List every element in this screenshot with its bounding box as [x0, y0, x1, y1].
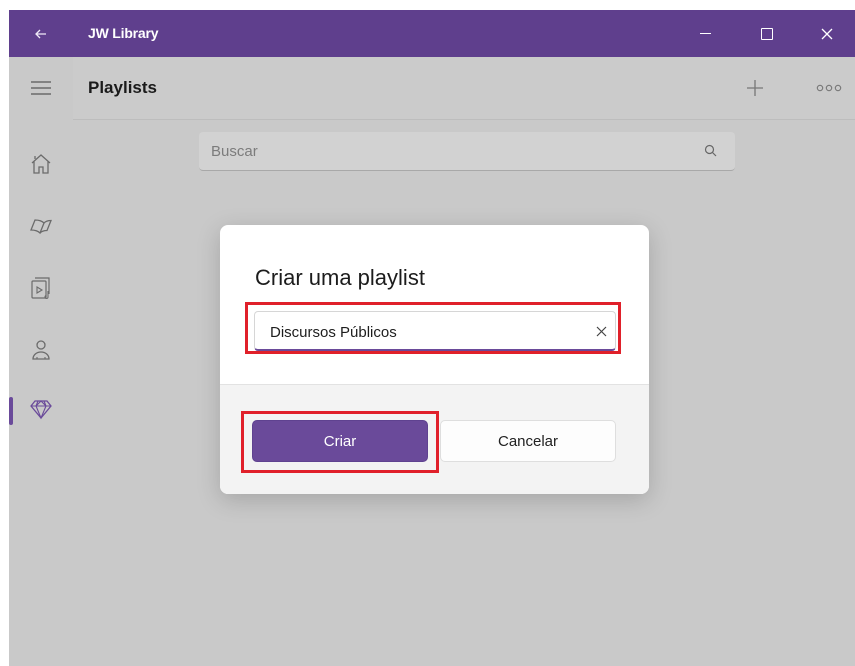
app-window: JW Library Playlists Buscar Criar uma pl… — [9, 10, 855, 666]
close-window-button[interactable] — [798, 10, 855, 57]
gem-icon — [30, 400, 52, 420]
maximize-button[interactable] — [736, 10, 798, 57]
create-button[interactable]: Criar — [252, 420, 428, 462]
sidebar-item-library[interactable] — [9, 202, 73, 250]
search-input[interactable] — [209, 132, 683, 171]
playlist-name-input[interactable] — [268, 314, 572, 350]
more-options-button[interactable] — [809, 70, 849, 106]
search-box — [199, 132, 735, 171]
close-icon — [821, 28, 832, 39]
more-icon — [816, 84, 842, 92]
app-title: JW Library — [88, 25, 159, 41]
close-icon — [596, 326, 606, 336]
person-icon — [32, 340, 50, 360]
dialog-title: Criar uma playlist — [255, 265, 425, 290]
cancel-button[interactable]: Cancelar — [440, 420, 616, 462]
page-header: Playlists — [73, 57, 855, 120]
create-playlist-dialog: Criar uma playlist Criar Cancelar — [220, 225, 649, 494]
clear-input-button[interactable] — [588, 318, 614, 344]
sidebar-item-home[interactable] — [9, 140, 73, 188]
back-button[interactable] — [9, 10, 73, 57]
page-title: Playlists — [88, 78, 157, 97]
minimize-button[interactable] — [674, 10, 736, 57]
arrow-left-icon — [35, 29, 46, 38]
maximize-icon — [761, 27, 773, 40]
dialog-footer: Criar Cancelar — [220, 384, 649, 494]
menu-icon — [31, 81, 51, 95]
book-icon — [30, 219, 52, 235]
title-bar: JW Library — [9, 10, 855, 57]
add-playlist-button[interactable] — [737, 70, 773, 106]
sidebar-item-media[interactable] — [9, 264, 73, 312]
search-icon[interactable] — [703, 143, 719, 159]
plus-icon — [747, 80, 763, 96]
sidebar — [9, 57, 73, 666]
media-icon — [31, 277, 50, 300]
sidebar-item-personal[interactable] — [9, 326, 73, 374]
home-icon — [31, 154, 51, 174]
playlist-name-field — [254, 311, 616, 351]
sidebar-item-playlists[interactable] — [9, 385, 73, 433]
minimize-icon — [699, 32, 711, 35]
sidebar-menu-button[interactable] — [9, 64, 73, 112]
